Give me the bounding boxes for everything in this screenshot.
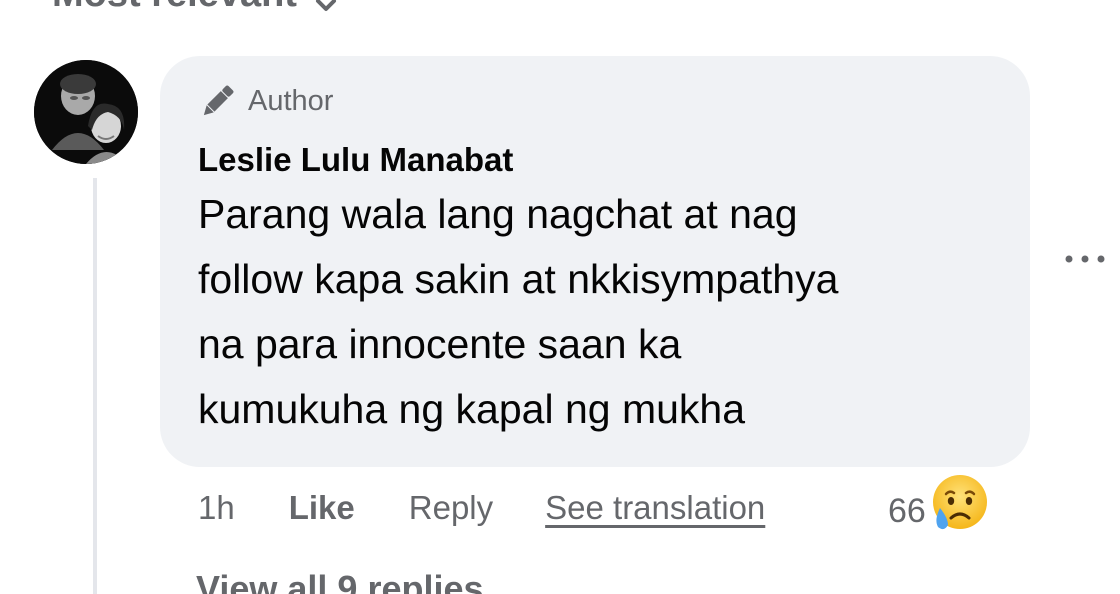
comment-bubble: Author Leslie Lulu Manabat Parang wala l… bbox=[160, 56, 1030, 467]
reaction-summary[interactable]: 66 bbox=[888, 474, 990, 538]
avatar[interactable] bbox=[34, 60, 138, 164]
comment-text: Parang wala lang nagchat at nag follow k… bbox=[198, 191, 839, 432]
more-dots-icon bbox=[1064, 251, 1106, 269]
sort-dropdown[interactable]: Most relevant bbox=[52, 0, 337, 16]
view-replies-button[interactable]: View all 9 replies bbox=[196, 568, 484, 594]
comment-thread: Most relevant bbox=[0, 0, 1120, 594]
see-translation-link[interactable]: See translation bbox=[545, 489, 765, 527]
comment-timestamp[interactable]: 1h bbox=[198, 489, 235, 527]
pencil-icon bbox=[198, 81, 238, 121]
comment-actions: 1h Like Reply See translation bbox=[198, 485, 765, 531]
reply-thread-line bbox=[93, 178, 137, 594]
more-options-button[interactable] bbox=[1058, 240, 1112, 280]
author-badge-label: Author bbox=[248, 84, 334, 117]
reaction-count: 66 bbox=[888, 491, 926, 530]
crying-face-icon bbox=[926, 472, 990, 541]
like-button[interactable]: Like bbox=[289, 489, 355, 527]
commenter-name[interactable]: Leslie Lulu Manabat bbox=[198, 140, 992, 180]
reply-button[interactable]: Reply bbox=[409, 489, 493, 527]
sort-label: Most relevant bbox=[52, 0, 297, 16]
author-badge: Author bbox=[198, 80, 992, 122]
chevron-down-icon bbox=[315, 0, 337, 11]
